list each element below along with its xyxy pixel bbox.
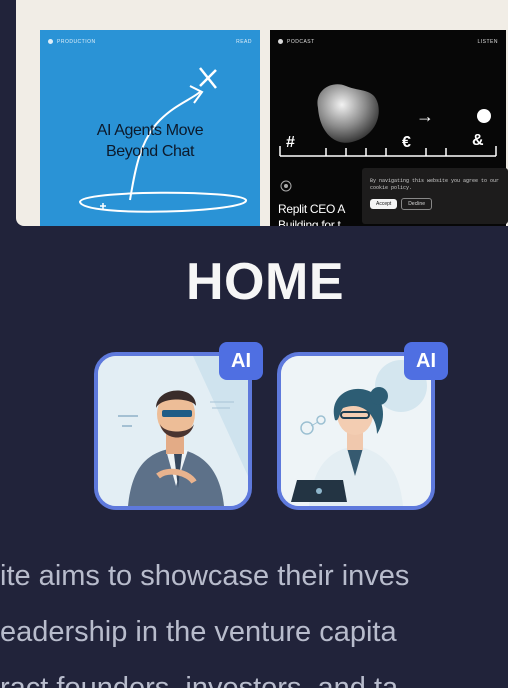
arrow-right-icon: → — [416, 106, 434, 126]
cookie-text: By navigating this website you agree to … — [370, 178, 500, 191]
hash-symbol: # — [286, 134, 295, 151]
article-card-ai-agents[interactable]: PRODUCTION READ AI Agents Move Beyond Ch… — [40, 30, 260, 226]
podcast-title-line2: Building for t — [278, 218, 341, 226]
description-line: ract founders, investors, and ta — [0, 672, 399, 688]
decline-button[interactable]: Decline — [401, 198, 432, 210]
cookie-banner: By navigating this website you agree to … — [362, 168, 508, 224]
description-line: ite aims to showcase their inves — [0, 560, 410, 592]
page-title: HOME — [186, 253, 344, 311]
description-line: eadership in the venture capita — [0, 616, 397, 648]
podcast-title: Replit CEO A — [278, 202, 346, 216]
ai-badge: AI — [219, 342, 263, 380]
website-preview: PRODUCTION READ AI Agents Move Beyond Ch… — [16, 0, 508, 226]
ai-badge: AI — [404, 342, 448, 380]
accept-button[interactable]: Accept — [370, 199, 398, 209]
article-headline: AI Agents Move Beyond Chat — [96, 122, 204, 160]
euro-symbol: € — [402, 134, 411, 151]
ampersand-symbol: & — [472, 132, 484, 149]
